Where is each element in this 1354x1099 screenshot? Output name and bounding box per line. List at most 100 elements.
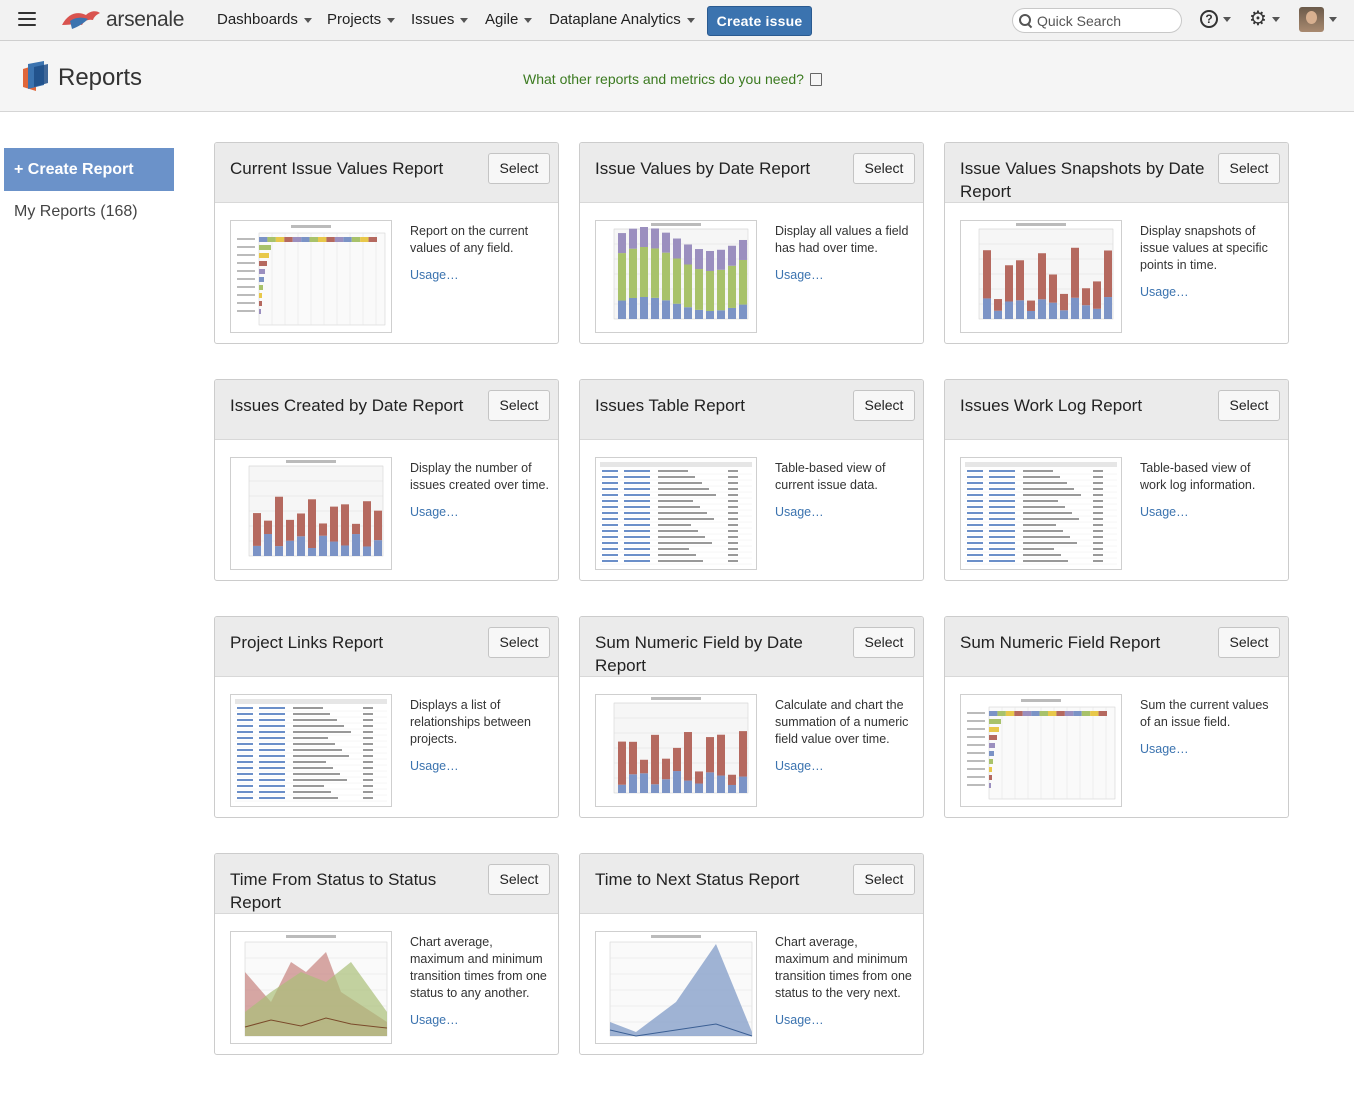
report-preview-thumbnail xyxy=(230,220,392,333)
help-icon[interactable]: ? xyxy=(1200,10,1218,28)
usage-link[interactable]: Usage… xyxy=(1140,741,1280,758)
report-preview-thumbnail xyxy=(960,694,1122,807)
dragon-logo-icon xyxy=(62,11,100,29)
select-button[interactable]: Select xyxy=(488,153,550,184)
report-card-header: Issues Created by Date Report Select xyxy=(215,380,558,440)
report-card: Sum Numeric Field by Date Report Select … xyxy=(579,616,924,818)
nav-issues[interactable]: Issues xyxy=(411,11,469,28)
chevron-down-icon[interactable] xyxy=(1272,17,1280,22)
report-preview-thumbnail xyxy=(230,931,392,1044)
chevron-down-icon[interactable] xyxy=(1223,17,1231,22)
nav-agile[interactable]: Agile xyxy=(485,11,533,28)
nav-dataplane-analytics[interactable]: Dataplane Analytics xyxy=(549,11,695,28)
select-button[interactable]: Select xyxy=(1218,390,1280,421)
report-title: Issues Created by Date Report xyxy=(230,396,464,415)
select-button[interactable]: Select xyxy=(1218,153,1280,184)
create-report-button[interactable]: + Create Report xyxy=(4,148,174,191)
report-card: Issue Values Snapshots by Date Report Se… xyxy=(944,142,1289,344)
select-button[interactable]: Select xyxy=(1218,627,1280,658)
report-preview-thumbnail xyxy=(595,220,757,333)
report-description-text: Display all values a field has had over … xyxy=(775,224,909,255)
report-preview-thumbnail xyxy=(230,694,392,807)
report-card: Time to Next Status Report Select Chart … xyxy=(579,853,924,1055)
usage-link[interactable]: Usage… xyxy=(410,1012,550,1029)
report-preview-thumbnail xyxy=(595,457,757,570)
feedback-text: What other reports and metrics do you ne… xyxy=(523,71,804,87)
report-card-header: Issue Values Snapshots by Date Report Se… xyxy=(945,143,1288,203)
top-navigation-bar: arsenale Dashboards Projects Issues Agil… xyxy=(0,0,1354,41)
report-description: Displays a list of relationships between… xyxy=(410,697,550,775)
report-description: Display all values a field has had over … xyxy=(775,223,915,284)
usage-link[interactable]: Usage… xyxy=(410,267,550,284)
report-description: Chart average, maximum and minimum trans… xyxy=(775,934,915,1029)
report-title: Time From Status to Status Report xyxy=(230,870,437,912)
nav-issues-label: Issues xyxy=(411,11,455,28)
report-description-text: Chart average, maximum and minimum trans… xyxy=(775,935,912,1000)
report-description: Display the number of issues created ove… xyxy=(410,460,550,521)
nav-agile-label: Agile xyxy=(485,11,519,28)
select-button[interactable]: Select xyxy=(853,627,915,658)
report-description: Sum the current values of an issue field… xyxy=(1140,697,1280,758)
usage-link[interactable]: Usage… xyxy=(775,758,915,775)
report-card: Issues Table Report Select Table-based v… xyxy=(579,379,924,581)
report-description: Table-based view of work log information… xyxy=(1140,460,1280,521)
chevron-down-icon xyxy=(460,17,469,23)
report-title: Current Issue Values Report xyxy=(230,159,444,178)
avatar[interactable] xyxy=(1299,7,1324,32)
report-card: Issue Values by Date Report Select Displ… xyxy=(579,142,924,344)
report-card-header: Sum Numeric Field by Date Report Select xyxy=(580,617,923,677)
select-button[interactable]: Select xyxy=(853,390,915,421)
feedback-link[interactable]: What other reports and metrics do you ne… xyxy=(523,71,822,87)
report-preview-thumbnail xyxy=(595,931,757,1044)
usage-link[interactable]: Usage… xyxy=(410,504,550,521)
report-card: Issues Created by Date Report Select Dis… xyxy=(214,379,559,581)
nav-projects-label: Projects xyxy=(327,11,382,28)
search-icon xyxy=(1019,13,1033,28)
usage-link[interactable]: Usage… xyxy=(775,1012,915,1029)
gear-icon[interactable]: ⚙ xyxy=(1249,8,1267,30)
usage-link[interactable]: Usage… xyxy=(1140,504,1280,521)
nav-projects[interactable]: Projects xyxy=(327,11,396,28)
report-preview-thumbnail xyxy=(960,457,1122,570)
chevron-down-icon[interactable] xyxy=(1329,17,1337,22)
report-description-text: Display the number of issues created ove… xyxy=(410,461,549,492)
usage-link[interactable]: Usage… xyxy=(775,504,915,521)
select-button[interactable]: Select xyxy=(488,864,550,895)
select-button[interactable]: Select xyxy=(853,153,915,184)
select-button[interactable]: Select xyxy=(488,390,550,421)
report-description: Calculate and chart the summation of a n… xyxy=(775,697,915,775)
nav-dashboards-label: Dashboards xyxy=(217,11,298,28)
report-title: Time to Next Status Report xyxy=(595,870,800,889)
report-description-text: Chart average, maximum and minimum trans… xyxy=(410,935,547,1000)
select-button[interactable]: Select xyxy=(488,627,550,658)
report-description: Table-based view of current issue data. … xyxy=(775,460,915,521)
create-issue-button[interactable]: Create issue xyxy=(707,6,812,36)
quick-search-input[interactable]: Quick Search xyxy=(1012,8,1182,33)
report-card-header: Issues Work Log Report Select xyxy=(945,380,1288,440)
comment-icon xyxy=(809,73,822,86)
report-card-header: Project Links Report Select xyxy=(215,617,558,677)
page-header: Reports What other reports and metrics d… xyxy=(0,41,1354,112)
report-description: Display snapshots of issue values at spe… xyxy=(1140,223,1280,301)
nav-dashboards[interactable]: Dashboards xyxy=(217,11,312,28)
chevron-down-icon xyxy=(303,17,312,23)
brand-logo[interactable]: arsenale xyxy=(60,6,184,34)
report-description-text: Sum the current values of an issue field… xyxy=(1140,698,1269,729)
reports-logo-icon xyxy=(23,61,48,91)
report-title: Issue Values by Date Report xyxy=(595,159,811,178)
menu-icon[interactable] xyxy=(18,12,36,26)
brand-name: arsenale xyxy=(106,8,185,31)
report-card: Current Issue Values Report Select Repor… xyxy=(214,142,559,344)
usage-link[interactable]: Usage… xyxy=(410,758,550,775)
report-card-header: Time to Next Status Report Select xyxy=(580,854,923,914)
select-button[interactable]: Select xyxy=(853,864,915,895)
report-card: Sum Numeric Field Report Select Sum the … xyxy=(944,616,1289,818)
usage-link[interactable]: Usage… xyxy=(775,267,915,284)
report-title: Issues Work Log Report xyxy=(960,396,1143,415)
report-description-text: Displays a list of relationships between… xyxy=(410,698,531,746)
report-title: Sum Numeric Field Report xyxy=(960,633,1161,652)
report-title: Sum Numeric Field by Date Report xyxy=(595,633,803,675)
my-reports-link[interactable]: My Reports (168) xyxy=(14,203,138,221)
usage-link[interactable]: Usage… xyxy=(1140,284,1280,301)
report-card-header: Time From Status to Status Report Select xyxy=(215,854,558,914)
